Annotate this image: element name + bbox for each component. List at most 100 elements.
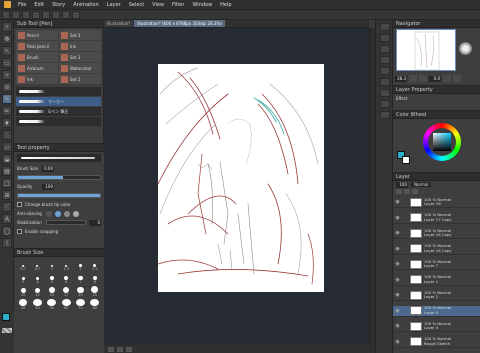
transparent-color-swatch[interactable] xyxy=(2,328,12,333)
navigator-angle-value[interactable]: 0.0 xyxy=(429,75,441,82)
dock-approx-color-icon[interactable] xyxy=(380,111,390,119)
visibility-eye-icon[interactable]: ◉ xyxy=(393,197,402,208)
status-flip-icon[interactable] xyxy=(126,346,132,352)
brush-size-preset[interactable]: 20 xyxy=(74,286,86,297)
zoom-in-icon[interactable] xyxy=(419,75,427,82)
sub-tool-group-0[interactable]: Pencil xyxy=(16,30,58,40)
dock-history-icon[interactable] xyxy=(380,56,390,64)
sub-tool-group-9[interactable]: Set 2 xyxy=(59,74,101,84)
layer-row[interactable]: ◉ 100 % Normal Layer 2 xyxy=(393,290,480,301)
visibility-eye-icon[interactable]: ◉ xyxy=(393,243,402,254)
zoom-out-icon[interactable] xyxy=(409,75,417,82)
balloon-tool-icon[interactable]: ◯ xyxy=(2,226,12,236)
brush-size-value[interactable]: 0.00 xyxy=(42,165,54,172)
sub-color-chip[interactable] xyxy=(402,156,410,164)
new-folder-icon[interactable] xyxy=(404,189,410,194)
correct-line-tool-icon[interactable]: ⌇ xyxy=(2,238,12,248)
status-rotate-icon[interactable] xyxy=(117,346,123,352)
menu-file[interactable]: File xyxy=(14,0,30,10)
eraser-tool-icon[interactable]: ▱ xyxy=(2,142,12,152)
dock-color-icon[interactable] xyxy=(380,67,390,75)
dock-material-icon[interactable] xyxy=(380,34,390,42)
menu-select[interactable]: Select xyxy=(125,0,148,10)
brush-size-preset[interactable]: 2 xyxy=(74,260,86,271)
airbrush-tool-icon[interactable]: ∴ xyxy=(2,130,12,140)
visibility-eye-icon[interactable]: ◉ xyxy=(393,305,402,316)
navigator-zoom-value[interactable]: 28.3 xyxy=(395,75,407,82)
brush-size-preset[interactable]: 8 xyxy=(89,273,101,284)
brush-size-preset[interactable]: 60 xyxy=(60,299,72,310)
brush-size-preset[interactable]: 25 xyxy=(89,286,101,297)
brush-size-preset[interactable]: 0.7 xyxy=(17,260,29,271)
operation-tool-icon[interactable]: ↖ xyxy=(2,46,12,56)
brush-size-preset[interactable]: 70 xyxy=(74,299,86,310)
brush-tool-icon[interactable]: ♦ xyxy=(2,118,12,128)
dock-similar-color-icon[interactable] xyxy=(380,100,390,108)
brush-size-preset[interactable]: 10 xyxy=(17,286,29,297)
status-zoom-icon[interactable] xyxy=(108,346,114,352)
brush-size-preset[interactable]: 40 xyxy=(31,299,43,310)
antialias-weak-icon[interactable] xyxy=(55,210,61,217)
menu-edit[interactable]: Edit xyxy=(30,0,48,10)
layer-row[interactable]: ◉ 100 % Normal Layer 18 xyxy=(393,197,480,208)
layer-row[interactable]: ◉ 100 % Normal Layer 16 Copy xyxy=(393,243,480,255)
blend-mode-select[interactable]: Normal xyxy=(411,182,432,187)
menu-layer[interactable]: Layer xyxy=(103,0,125,10)
menu-animation[interactable]: Animation xyxy=(69,0,103,10)
layer-row[interactable]: ◉ 100 % Normal Layer 17 Copy xyxy=(393,212,480,224)
menu-help[interactable]: Help xyxy=(216,0,235,10)
antialias-medium-icon[interactable] xyxy=(64,210,70,217)
visibility-eye-icon[interactable]: ◉ xyxy=(393,259,402,270)
brush-size-preset[interactable]: 7 xyxy=(74,273,86,284)
pencil-tool-icon[interactable]: ✏ xyxy=(2,106,12,116)
navigator-zoom-knob[interactable] xyxy=(459,42,472,55)
dock-intermediate-icon[interactable] xyxy=(380,89,390,97)
visibility-eye-icon[interactable]: ◉ xyxy=(393,321,402,332)
visibility-eye-icon[interactable]: ◉ xyxy=(393,336,402,347)
dock-color-set-icon[interactable] xyxy=(380,78,390,86)
navigator-preview[interactable] xyxy=(396,29,456,71)
visibility-eye-icon[interactable]: ◉ xyxy=(393,228,402,239)
visibility-eye-icon[interactable]: ◉ xyxy=(393,212,402,223)
sub-tool-group-2[interactable]: Real pencil xyxy=(16,41,58,51)
zoom-tool-icon[interactable]: ⌕ xyxy=(2,22,12,32)
brush-size-preset[interactable]: 12 xyxy=(31,286,43,297)
canvas-paper[interactable] xyxy=(157,64,324,292)
pen-tool-icon[interactable]: ✎ xyxy=(2,94,12,104)
sub-tool-group-5[interactable]: Set 3 xyxy=(59,52,101,62)
layer-row[interactable]: ◉ 100 % Normal Rough Sketch xyxy=(393,336,480,348)
rotate-right-icon[interactable] xyxy=(453,75,461,82)
redo-icon[interactable] xyxy=(42,10,50,19)
auto-select-icon[interactable]: ✧ xyxy=(2,70,12,80)
frame-tool-icon[interactable]: ⊞ xyxy=(2,190,12,200)
sub-tool-group-7[interactable]: Watercolor xyxy=(59,63,101,73)
antialias-strong-icon[interactable] xyxy=(73,210,79,217)
rotate-left-icon[interactable] xyxy=(443,75,451,82)
gradient-tool-icon[interactable]: ▤ xyxy=(2,166,12,176)
layer-row[interactable]: ◉ 100 % Normal Layer 1 xyxy=(393,274,480,286)
move-tool-icon[interactable]: ✥ xyxy=(2,34,12,44)
brush-size-preset[interactable]: 0.7 xyxy=(31,260,43,271)
stabilization-slider[interactable] xyxy=(46,220,86,225)
menu-filter[interactable]: Filter xyxy=(168,0,188,10)
dock-navigator-icon[interactable] xyxy=(380,23,390,31)
new-file-icon[interactable] xyxy=(2,10,10,19)
brush-item-0[interactable] xyxy=(16,87,101,96)
brush-item-3[interactable] xyxy=(16,117,101,126)
brush-size-preset[interactable]: 3 xyxy=(17,273,29,284)
brush-size-preset[interactable]: 6 xyxy=(60,273,72,284)
sub-tool-group-3[interactable]: Ink xyxy=(59,41,101,51)
brush-size-preset[interactable]: 80 xyxy=(89,299,101,310)
menu-view[interactable]: View xyxy=(148,0,168,10)
brush-size-slider[interactable] xyxy=(17,175,101,180)
brush-size-preset[interactable]: 15 xyxy=(46,286,58,297)
layer-row[interactable]: ◉ 100 % Normal Layer 4 xyxy=(393,321,480,332)
brush-size-preset[interactable]: 17 xyxy=(60,286,72,297)
delete-layer-icon[interactable] xyxy=(412,189,418,194)
snapping-checkbox[interactable] xyxy=(17,229,22,234)
antialias-none-icon[interactable] xyxy=(46,210,52,217)
sub-tool-group-4[interactable]: Brush xyxy=(16,52,58,62)
brush-size-preset[interactable]: 30 xyxy=(17,299,29,310)
save-icon[interactable] xyxy=(22,10,30,19)
visibility-eye-icon[interactable]: ◉ xyxy=(393,274,402,285)
